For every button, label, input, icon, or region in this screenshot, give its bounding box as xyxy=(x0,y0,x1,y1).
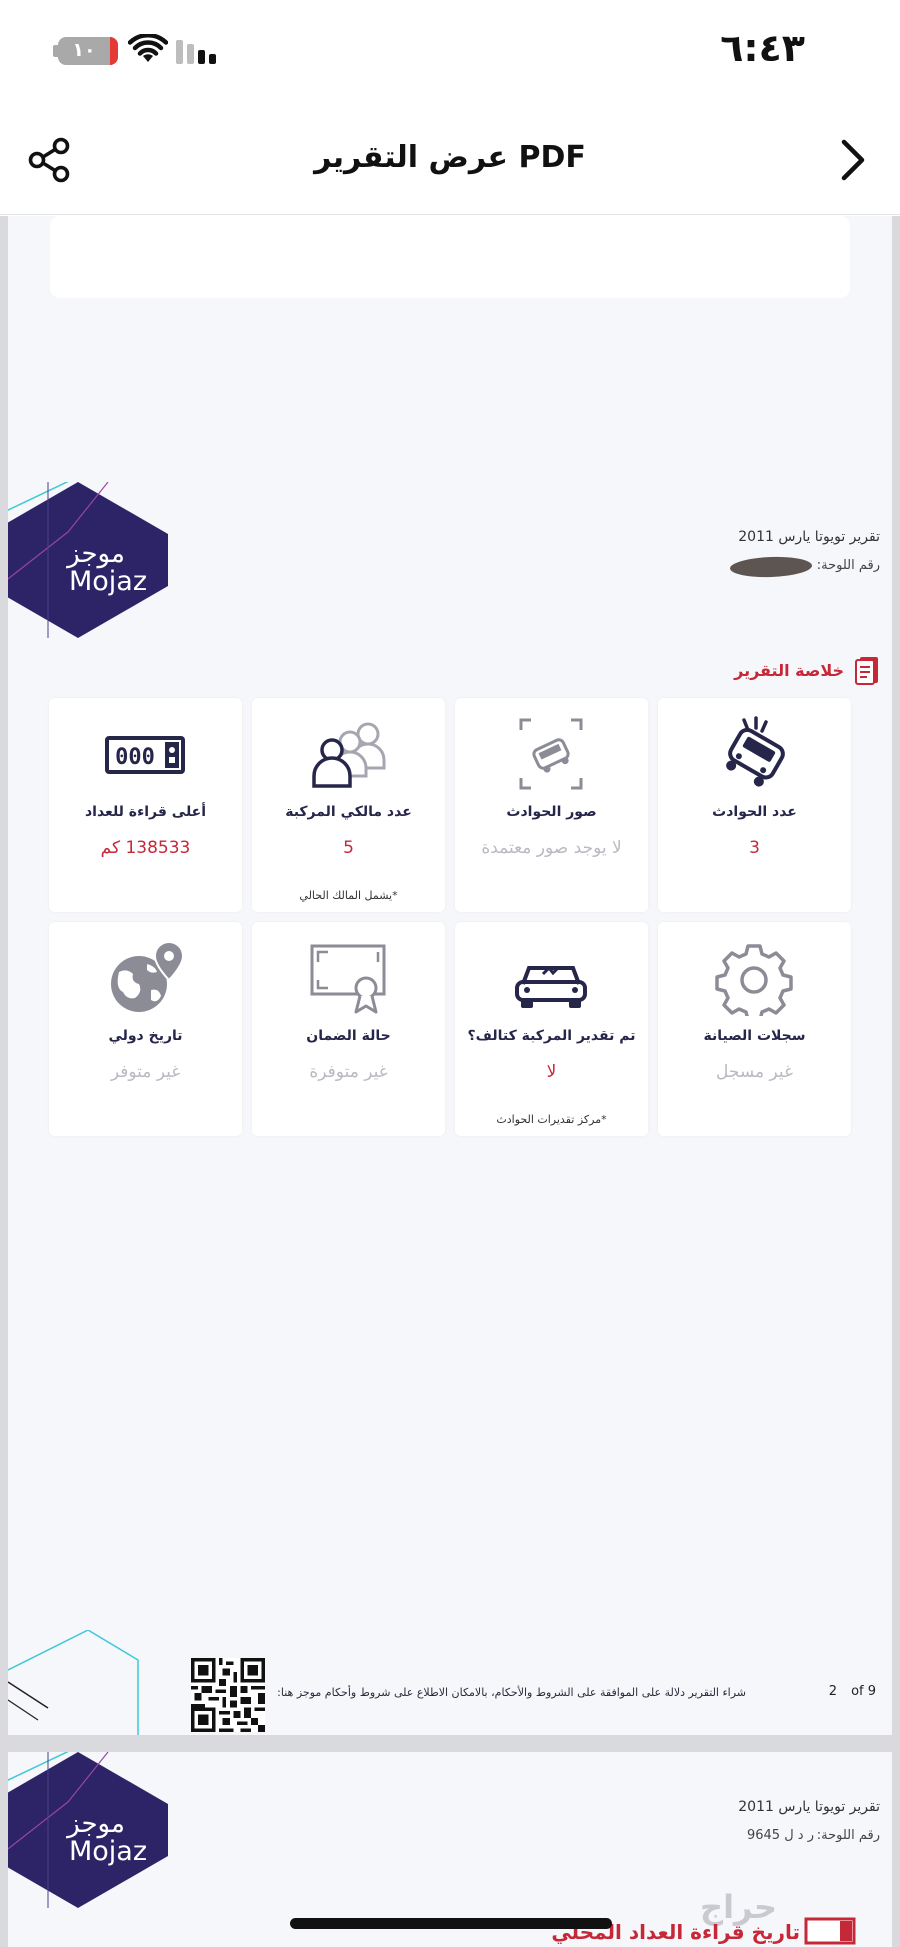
plate-label: رقم اللوحة: xyxy=(816,558,880,573)
wifi-icon xyxy=(128,34,168,62)
page-footer: شراء التقرير دلالة على الموافقة على الشر… xyxy=(8,1630,892,1735)
gear-icon xyxy=(715,944,793,1016)
report-title: تقرير تويوتا يارس 2011 xyxy=(738,1799,880,1815)
logo-latin: Mojaz xyxy=(69,1836,147,1867)
card-title: تاريخ دولي xyxy=(108,1028,183,1044)
card-title: عدد مالكي المركبة xyxy=(285,804,412,820)
page-index: 2 xyxy=(828,1684,838,1699)
status-time: ٦:٤٣ xyxy=(720,26,805,70)
card-title: سجلات الصيانة xyxy=(703,1028,806,1044)
battery-icon: ١٠ xyxy=(58,37,118,65)
footer-disclaimer: شراء التقرير دلالة على الموافقة على الشر… xyxy=(277,1686,746,1699)
summary-card-owners: عدد مالكي المركبة 5 *يشمل المالك الحالي xyxy=(252,698,445,912)
mojaz-logo: موجز Mojaz xyxy=(8,1752,168,1908)
card-value: 5 xyxy=(343,838,354,858)
card-value: 138533 كم xyxy=(100,838,191,858)
card-value: 3 xyxy=(749,838,760,858)
damaged-car-icon xyxy=(515,965,587,1008)
redacted-plate xyxy=(729,555,813,579)
odometer-icon: 000 xyxy=(105,736,185,774)
decorative-hexagon-lines xyxy=(8,1630,139,1735)
odometer-digits: 000 xyxy=(115,745,155,770)
summary-card-total-loss: تم تقدير المركبة كتالف؟ لا *مركز تقديرات… xyxy=(455,922,648,1136)
chevron-right-icon[interactable] xyxy=(834,136,874,184)
battery-percent: ١٠ xyxy=(72,39,96,61)
page-total: of 9 xyxy=(851,1684,876,1699)
card-value: لا xyxy=(546,1062,557,1082)
mojaz-logo: موجز Mojaz xyxy=(8,482,168,638)
summary-heading: خلاصة التقرير xyxy=(734,654,880,686)
pdf-page-2: موجز Mojaz تقرير تويوتا يارس 2011 رقم ال… xyxy=(8,482,892,1735)
page-number: 2 of 9 xyxy=(829,1684,876,1699)
globe-pin-icon xyxy=(111,940,185,1012)
card-value: غير مسجل xyxy=(716,1062,793,1082)
document-icon xyxy=(855,657,878,685)
warranty-certificate-icon xyxy=(310,944,386,1014)
logo-arabic: موجز xyxy=(65,1809,125,1839)
battery-level xyxy=(110,37,118,65)
signal-icon xyxy=(176,40,216,64)
owners-icon xyxy=(312,722,386,788)
qr-code[interactable] xyxy=(191,1658,265,1732)
summary-title: خلاصة التقرير xyxy=(734,660,844,680)
summary-card-maintenance: سجلات الصيانة غير مسجل xyxy=(658,922,851,1136)
home-indicator[interactable] xyxy=(290,1918,612,1929)
plate-value: ر د ل 9645 xyxy=(746,1828,814,1843)
card-title: حالة الضمان xyxy=(306,1028,391,1044)
report-title: تقرير تويوتا يارس 2011 xyxy=(738,529,880,545)
card-title: تم تقدير المركبة كتالف؟ xyxy=(467,1028,636,1044)
logo-latin: Mojaz xyxy=(69,566,147,597)
accident-photo-icon xyxy=(519,718,583,790)
summary-card-odometer: 000 أعلى قراءة للعداد 138533 كم xyxy=(49,698,242,912)
odometer-icon xyxy=(804,1917,856,1945)
card-title: أعلى قراءة للعداد xyxy=(84,804,207,820)
card-title: صور الحوادث xyxy=(506,804,597,820)
summary-card-warranty: حالة الضمان غير متوفرة xyxy=(252,922,445,1136)
card-title: عدد الحوادث xyxy=(712,804,797,820)
pdf-viewer[interactable]: شراء التقرير دلالة على الموافقة على الشر… xyxy=(0,216,900,1947)
plate-label: رقم اللوحة: xyxy=(816,1828,880,1843)
card-value: غير متوفرة xyxy=(309,1062,388,1082)
partial-section-heading: تاريخ قراءة العداد المحلي xyxy=(551,1917,860,1947)
page-title: عرض التقرير PDF xyxy=(314,140,586,175)
card-value: لا يوجد صور معتمدة xyxy=(481,838,622,858)
logo-arabic: موجز xyxy=(65,539,125,569)
card-note: *مركز تقديرات الحوادث xyxy=(496,1113,607,1126)
summary-card-accident-photos: صور الحوادث لا يوجد صور معتمدة xyxy=(455,698,648,912)
summary-card-international-history: تاريخ دولي غير متوفر xyxy=(49,922,242,1136)
card-value: غير متوفر xyxy=(110,1062,181,1082)
nav-bar: عرض التقرير PDF xyxy=(0,100,900,215)
card-note: *يشمل المالك الحالي xyxy=(299,889,398,902)
crashed-car-icon xyxy=(726,716,785,787)
content-card xyxy=(50,216,850,298)
summary-card-accidents: عدد الحوادث 3 xyxy=(658,698,851,912)
status-bar: ٦:٤٣ ١٠ xyxy=(0,0,900,100)
